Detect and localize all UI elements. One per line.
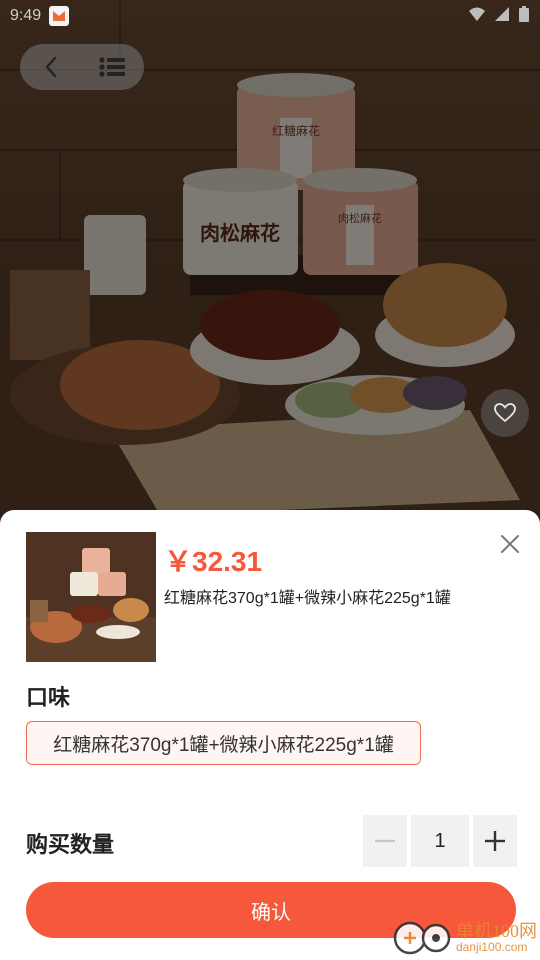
sku-selector-sheet: ￥32.31 红糖麻花370g*1罐+微辣小麻花225g*1罐 口味 红糖麻花3… bbox=[0, 510, 540, 960]
increment-button[interactable] bbox=[473, 815, 517, 867]
battery-icon bbox=[518, 5, 530, 28]
quantity-label: 购买数量 bbox=[26, 832, 115, 857]
close-button[interactable] bbox=[494, 528, 526, 560]
chevron-left-icon bbox=[45, 56, 57, 78]
app-notification-icon bbox=[49, 6, 70, 26]
signal-icon bbox=[494, 6, 510, 27]
close-icon bbox=[501, 535, 519, 553]
top-nav-pill bbox=[20, 44, 144, 90]
quantity-value[interactable]: 1 bbox=[411, 815, 469, 867]
status-bar: 9:49 bbox=[0, 0, 540, 32]
heart-icon bbox=[494, 403, 516, 423]
watermark-url: danji100.com bbox=[456, 940, 528, 955]
price-label: ￥32.31 bbox=[164, 546, 263, 577]
site-watermark: 单机100网 danji100.com bbox=[392, 916, 540, 960]
flavor-option-chip[interactable]: 红糖麻花370g*1罐+微辣小麻花225g*1罐 bbox=[26, 721, 421, 765]
decrement-button[interactable] bbox=[363, 815, 407, 867]
favorite-button[interactable] bbox=[481, 389, 529, 437]
quantity-stepper: 1 bbox=[363, 815, 517, 867]
watermark-name: 单机100网 bbox=[456, 921, 537, 942]
plus-icon bbox=[485, 831, 505, 851]
back-button[interactable] bbox=[20, 44, 82, 90]
selected-sku-text: 红糖麻花370g*1罐+微辣小麻花225g*1罐 bbox=[164, 590, 451, 607]
watermark-logo-icon bbox=[393, 921, 451, 955]
status-time: 9:49 bbox=[10, 7, 42, 24]
wifi-icon bbox=[468, 6, 486, 27]
menu-button[interactable] bbox=[82, 44, 144, 90]
product-thumbnail bbox=[26, 532, 156, 662]
minus-icon bbox=[375, 839, 395, 843]
list-icon bbox=[99, 57, 125, 77]
flavor-section-title: 口味 bbox=[26, 685, 71, 710]
